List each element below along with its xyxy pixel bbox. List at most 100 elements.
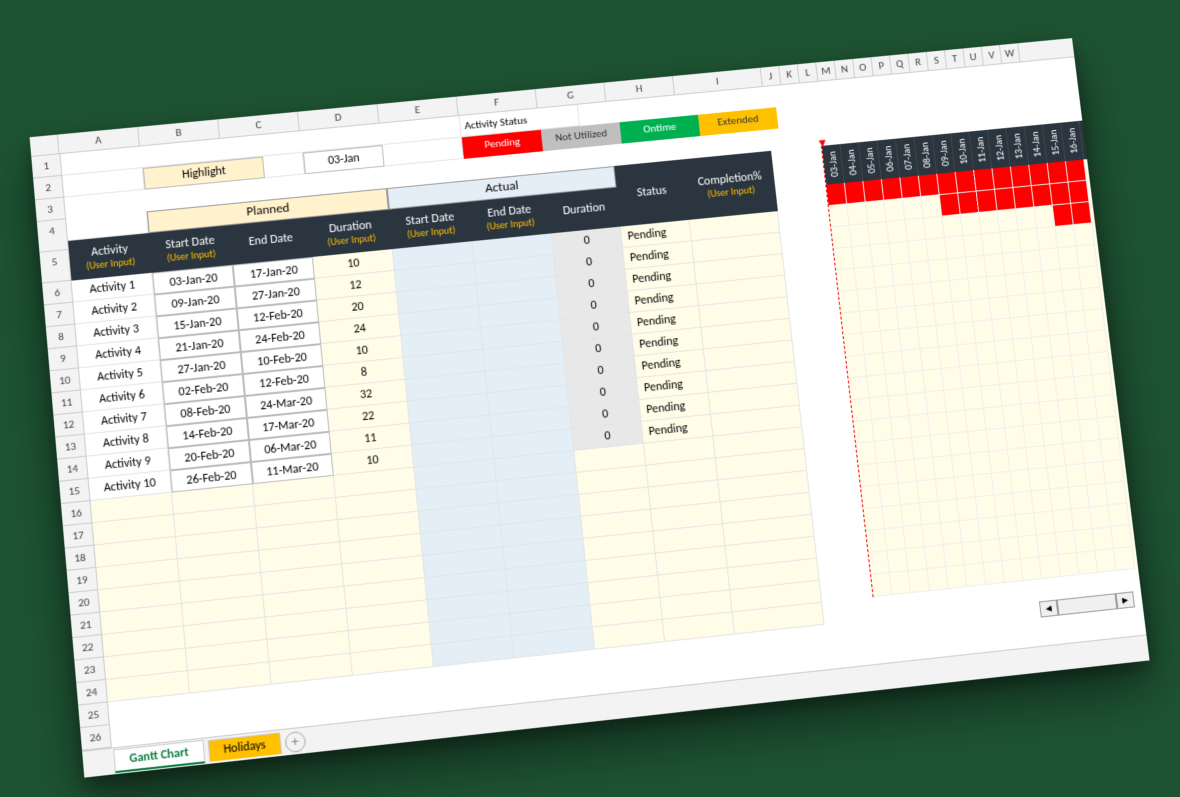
row-header[interactable]: 12 [53,412,83,437]
gantt-cell [1082,287,1103,310]
col-M[interactable]: M [816,60,837,80]
gantt-cell [852,245,873,268]
row-header[interactable]: 11 [51,390,81,415]
gantt-cell [875,439,896,463]
row-header[interactable]: 23 [74,657,105,683]
gantt-cell [1114,547,1135,571]
row-header[interactable]: 14 [57,456,87,481]
gantt-cell [846,354,867,378]
row-header[interactable]: 24 [76,680,107,706]
col-Q[interactable]: Q [890,53,911,73]
col-K[interactable]: K [779,64,800,84]
gantt-cell [868,222,889,245]
row-header[interactable]: 5 [39,250,70,284]
gantt-cell [1079,265,1100,288]
add-sheet-icon[interactable]: + [284,730,306,753]
row-header[interactable]: 25 [78,702,109,728]
col-N[interactable]: N [835,58,856,78]
row-header[interactable]: 19 [67,567,98,592]
spreadsheet-window: A B C D E F G H I J K L M N O P Q R S T … [30,38,1150,778]
row-header[interactable]: 22 [72,635,103,661]
gantt-cell [856,441,877,465]
gantt-cell [861,485,882,509]
gantt-cell [909,569,930,593]
tab-holidays[interactable]: Holidays [207,732,282,762]
header-actual-duration: Duration [547,187,620,233]
row-header[interactable]: 17 [63,523,94,548]
col-P[interactable]: P [871,55,892,75]
gantt-cell [1069,180,1090,203]
gantt-cell [860,309,881,332]
col-W[interactable]: W [1000,43,1021,63]
col-U[interactable]: U [963,46,984,66]
gantt-cell [836,268,857,291]
gantt-cell [839,290,860,313]
gantt-cell [834,247,855,270]
gantt-cell [826,182,847,205]
gantt-cell [880,483,901,507]
row-header[interactable]: 7 [44,302,74,327]
gantt-cell [891,416,912,440]
row-header[interactable]: 21 [70,612,101,637]
gantt-cell [855,266,876,289]
row-header[interactable]: 13 [55,434,85,459]
gantt-cell [871,573,892,597]
gantt-cell [890,571,911,595]
gantt-cell [1098,416,1119,440]
gantt-cell [1090,351,1111,374]
gantt-cell [862,331,883,355]
gantt-cell [1076,244,1097,267]
row-header[interactable]: 8 [46,324,76,349]
row-header[interactable]: 1 [31,154,61,178]
row-header[interactable]: 16 [61,501,91,526]
gantt-cell [882,505,903,529]
row-header[interactable]: 20 [69,590,100,615]
gantt-cell [872,418,893,442]
gantt-cell [831,225,852,248]
col-O[interactable]: O [853,57,874,77]
gantt-cell [829,204,850,227]
row-header[interactable]: 3 [35,197,65,221]
grid-area[interactable]: Activity Status Highlight 03-Jan Pending… [61,57,1147,747]
row-header[interactable]: 4 [37,219,68,252]
gantt-cell [878,307,899,330]
col-T[interactable]: T [945,48,966,68]
gantt-cell [885,527,906,551]
row-header[interactable]: 6 [42,280,72,305]
gantt-cell [845,181,866,204]
gantt-cell [851,398,872,422]
col-V[interactable]: V [982,44,1003,64]
gantt-cell [877,461,898,485]
col-L[interactable]: L [798,62,819,82]
row-header[interactable]: 15 [59,478,89,503]
gantt-cell [857,288,878,311]
gantt-cell [1106,481,1127,505]
gantt-cell [870,396,891,420]
gantt-cell [866,529,887,553]
col-S[interactable]: S [927,50,948,70]
gantt-cell [867,374,888,398]
gantt-cell [866,200,887,223]
row-header[interactable]: 2 [33,175,63,199]
gantt-cell [865,353,886,377]
gantt-cell [1071,201,1092,224]
gantt-cell [1084,308,1105,331]
scroll-right-icon[interactable]: ► [1115,591,1135,609]
gantt-cell [864,507,885,531]
gantt-cell [1066,159,1087,182]
gantt-cell [863,179,884,202]
row-header[interactable]: 10 [50,368,80,393]
col-J[interactable]: J [761,65,782,85]
gantt-cell [841,311,862,334]
row-header[interactable]: 18 [65,545,96,570]
gantt-chart: ▼ 03-Jan04-Jan05-Jan06-Jan07-Jan08-Jan09… [821,120,1138,597]
row-header[interactable]: 9 [48,346,78,371]
gantt-cell [886,372,907,396]
gantt-cell [1092,373,1113,397]
gantt-cell [850,223,871,246]
row-header[interactable]: 26 [80,725,111,751]
col-R[interactable]: R [908,51,929,71]
header-status: Status [614,159,689,226]
scroll-left-icon[interactable]: ◄ [1039,599,1059,617]
gantt-cell [859,463,880,487]
